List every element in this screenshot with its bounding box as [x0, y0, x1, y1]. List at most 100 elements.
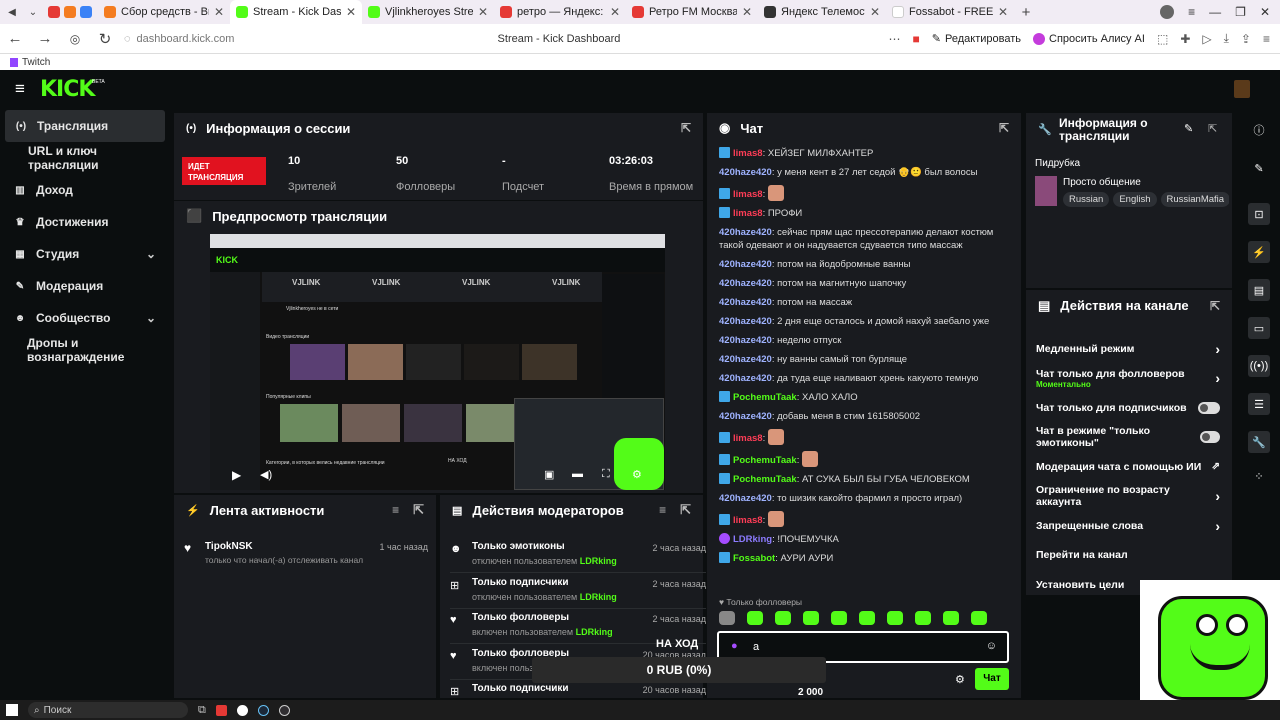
- share-icon[interactable]: ⇪: [1241, 32, 1251, 46]
- bookmark-twitch[interactable]: Twitch: [22, 57, 50, 68]
- chat-username[interactable]: 420haze420: [719, 354, 772, 365]
- shield-icon[interactable]: ◎: [60, 32, 90, 46]
- channel-action[interactable]: Ограничение по возрасту аккаунта ›: [1026, 482, 1230, 511]
- capture-icon[interactable]: ⊡: [1248, 203, 1270, 225]
- chat-username[interactable]: 420haze420: [719, 227, 772, 238]
- mod-action-user[interactable]: LDRking: [580, 556, 617, 566]
- filter-icon[interactable]: ≡: [392, 503, 399, 517]
- url-field[interactable]: ◌ dashboard.kick.com: [120, 33, 450, 45]
- sidebar-item[interactable]: Дропы и вознаграждение: [0, 334, 170, 366]
- popout-icon[interactable]: ⇱: [681, 121, 691, 135]
- extensions-icon[interactable]: ⬚: [1157, 32, 1168, 46]
- browser-tab[interactable]: ретро — Яндекс: нашлось ✕: [494, 0, 626, 24]
- forward-icon[interactable]: →: [30, 30, 60, 47]
- chat-username[interactable]: limas8: [733, 433, 763, 444]
- browser-tab[interactable]: Ретро FM Москва - с ✕: [626, 0, 758, 24]
- browser-tab[interactable]: Vjlinkheroyes Stream - Wa ✕: [362, 0, 494, 24]
- menu-icon[interactable]: ≡: [1188, 5, 1195, 19]
- chevron-right-icon[interactable]: ›: [1215, 370, 1220, 386]
- chevron-down-icon[interactable]: ⌄: [146, 247, 156, 261]
- kick-logo[interactable]: KICK BETA: [40, 77, 105, 102]
- external-link-icon[interactable]: ⇗: [1212, 461, 1220, 472]
- tab-close-icon[interactable]: ✕: [346, 5, 356, 19]
- emote-icon[interactable]: [775, 611, 791, 625]
- search-box[interactable]: ⌕ Поиск: [28, 702, 188, 718]
- emote-icon[interactable]: [831, 611, 847, 625]
- sidebar-item[interactable]: ✎ Модерация: [0, 270, 170, 302]
- chat-username[interactable]: limas8: [733, 148, 763, 159]
- chat-send-button[interactable]: Чат: [975, 668, 1009, 690]
- chat-settings-icon[interactable]: ⚙: [955, 673, 965, 686]
- chat-username[interactable]: PochemuTaak: [733, 392, 797, 403]
- reload-icon[interactable]: ↻: [90, 30, 120, 48]
- channel-action[interactable]: Чат в режиме "только эмотиконы": [1026, 423, 1230, 452]
- tab-close-icon[interactable]: ✕: [742, 5, 752, 19]
- taskview-icon[interactable]: ⧉: [198, 704, 206, 717]
- channel-action[interactable]: Перейти на канал: [1026, 541, 1230, 570]
- chat-username[interactable]: PochemuTaak: [733, 455, 797, 466]
- back-icon[interactable]: ←: [0, 30, 30, 47]
- chat-username[interactable]: 420haze420: [719, 411, 772, 422]
- toggle-switch[interactable]: [1199, 431, 1220, 443]
- profile-avatar[interactable]: [1234, 80, 1250, 98]
- sidebar-item[interactable]: ♛ Достижения: [0, 206, 170, 238]
- edit-button[interactable]: ✎ Редактировать: [932, 32, 1021, 46]
- chat-messages[interactable]: limas8: ХЕЙЗЕГ МИЛФХАНТЕР 420haze420: у м…: [707, 144, 1021, 596]
- pip-icon[interactable]: ▣: [544, 468, 554, 481]
- tag-chip[interactable]: Russian: [1063, 192, 1110, 207]
- tab-close-icon[interactable]: ✕: [214, 5, 224, 19]
- filter-icon[interactable]: ≡: [659, 503, 666, 517]
- emote-icon[interactable]: [747, 611, 763, 625]
- chat-username[interactable]: 420haze420: [719, 259, 772, 270]
- list-icon[interactable]: ☰: [1248, 393, 1270, 415]
- channel-action[interactable]: Медленный режим ›: [1026, 334, 1230, 363]
- chat-bubble-icon[interactable]: ▭: [1248, 317, 1270, 339]
- chat-username[interactable]: 420haze420: [719, 278, 772, 289]
- mic-icon[interactable]: ●: [731, 640, 738, 652]
- play-button[interactable]: ▶: [232, 468, 241, 482]
- emote-icon[interactable]: [859, 611, 875, 625]
- mod-action-user[interactable]: LDRking: [576, 627, 613, 637]
- hamburger-icon[interactable]: ≡: [0, 79, 40, 99]
- emote-icon[interactable]: [719, 611, 735, 625]
- browser-tab[interactable]: Яндекс Телемост — бе ✕: [758, 0, 886, 24]
- document-icon[interactable]: ▤: [1248, 279, 1270, 301]
- chat-username[interactable]: 420haze420: [719, 167, 772, 178]
- emote-icon[interactable]: [887, 611, 903, 625]
- new-tab-icon[interactable]: +: [1014, 4, 1038, 21]
- sidebar-item[interactable]: URL и ключ трансляции: [0, 142, 170, 174]
- chat-username[interactable]: 420haze420: [719, 493, 772, 504]
- tab-close-icon[interactable]: ✕: [998, 5, 1008, 19]
- download-icon[interactable]: ⤓: [1224, 31, 1229, 46]
- channel-action[interactable]: Чат только для подписчиков: [1026, 393, 1230, 422]
- popout-icon[interactable]: ⇱: [1210, 299, 1220, 313]
- toggle-switch[interactable]: [1198, 401, 1220, 414]
- browser-app-icon[interactable]: [236, 704, 248, 716]
- pencil-icon[interactable]: ✎: [1184, 122, 1193, 135]
- menu-icon[interactable]: ≡: [1263, 32, 1270, 46]
- gear-icon[interactable]: ⚙: [632, 468, 642, 481]
- browser-tab[interactable]: Fossabot - FREE, cloud ho ✕: [886, 0, 1014, 24]
- close-icon[interactable]: ✕: [1260, 5, 1270, 19]
- chat-username[interactable]: 420haze420: [719, 316, 772, 327]
- channel-action[interactable]: Запрещенные слова ›: [1026, 511, 1230, 540]
- tag-chip[interactable]: RussianMafia: [1160, 192, 1229, 207]
- chat-username[interactable]: LDRking: [733, 534, 772, 545]
- apps-icon[interactable]: ⁘: [1248, 465, 1270, 487]
- chat-username[interactable]: Fossabot: [733, 553, 775, 564]
- browser-tab[interactable]: Сбор средств - Виджеты ✕: [98, 0, 230, 24]
- channel-action[interactable]: Модерация чата с помощью ИИ ⇗: [1026, 452, 1230, 481]
- preview-video[interactable]: KICK VJLINK VJLINK VJLINK VJLINK Vjlinkh…: [210, 234, 665, 490]
- sidebar-item[interactable]: ▦ Студия ⌄: [0, 238, 170, 270]
- chat-username[interactable]: PochemuTaak: [733, 474, 797, 485]
- tab-close-icon[interactable]: ✕: [610, 5, 620, 19]
- pinned-tab-icon[interactable]: [80, 6, 92, 18]
- chevron-down-icon[interactable]: ⌄: [24, 7, 42, 18]
- sidebar-item[interactable]: ☻ Сообщество ⌄: [0, 302, 170, 334]
- chat-username[interactable]: 420haze420: [719, 373, 772, 384]
- minimize-icon[interactable]: —: [1209, 5, 1221, 19]
- chevron-right-icon[interactable]: ›: [1215, 518, 1220, 534]
- avatar[interactable]: [1160, 5, 1175, 19]
- emote-icon[interactable]: [943, 611, 959, 625]
- fullscreen-icon[interactable]: ⛶: [602, 468, 610, 481]
